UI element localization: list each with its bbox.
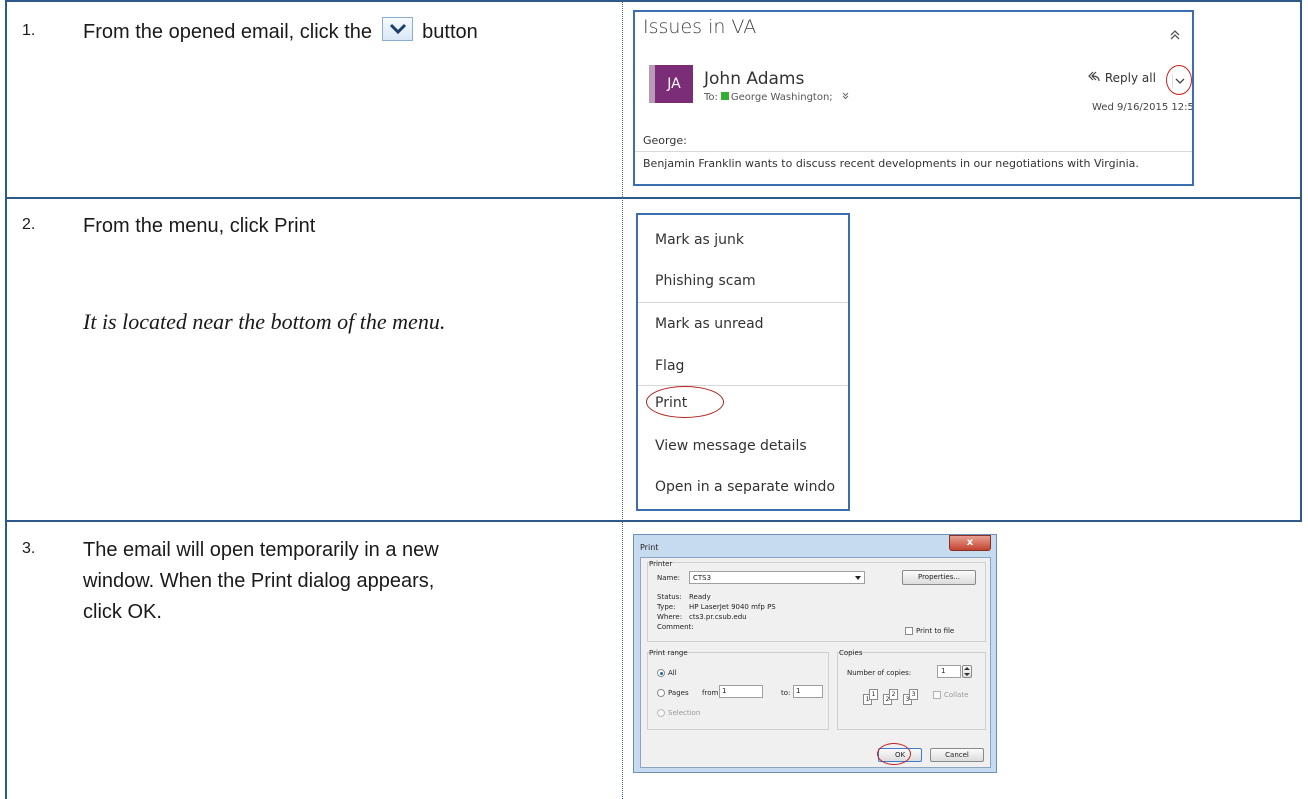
collate-page-icon: 2 — [889, 689, 898, 700]
presence-icon — [720, 92, 729, 100]
close-icon[interactable]: x — [949, 535, 991, 551]
collate-page-icon: 1 — [869, 689, 878, 700]
divider — [635, 151, 1192, 152]
step-number: 2. — [22, 216, 36, 233]
menu-item-open-in-separate-window[interactable]: Open in a separate windo — [655, 479, 835, 495]
row-divider-2 — [5, 520, 1302, 522]
copies-group-label: Copies — [839, 649, 863, 657]
dialog-body: Printer Name: CTS3 Properties... Status:… — [640, 557, 991, 768]
menu-separator — [638, 302, 848, 303]
where-label: Where: — [657, 613, 683, 621]
step-text: The email will open temporarily in a new… — [83, 535, 439, 628]
reply-all-icon — [1087, 71, 1105, 85]
pages-radio[interactable] — [657, 689, 665, 697]
pages-label: Pages — [668, 689, 689, 697]
type-value: HP LaserJet 9040 mfp PS — [689, 603, 776, 611]
from-label: from: — [702, 689, 721, 697]
print-range-label: Print range — [649, 649, 688, 657]
print-to-file-checkbox[interactable] — [905, 627, 913, 635]
table-border-right — [1300, 0, 1302, 521]
step-text-line: window. When the Print dialog appears, — [83, 570, 435, 592]
step-text: From the opened email, click the button — [83, 17, 478, 48]
all-label: All — [668, 669, 677, 677]
to-label: to: — [781, 689, 791, 697]
step-text: From the menu, click Print — [83, 215, 316, 237]
sender-name: John Adams — [704, 69, 805, 89]
type-label: Type: — [657, 603, 676, 611]
print-to-file-label: Print to file — [916, 627, 955, 635]
copies-stepper[interactable] — [962, 665, 972, 678]
actions-menu-screenshot: Mark as junk Phishing scam Mark as unrea… — [636, 213, 850, 511]
comment-label: Comment: — [657, 623, 694, 631]
copies-label: Number of copies: — [847, 669, 912, 677]
menu-separator — [638, 385, 848, 386]
collapse-icon[interactable] — [1170, 26, 1180, 45]
from-input[interactable]: 1 — [719, 685, 763, 698]
collate-checkbox — [933, 691, 941, 699]
avatar: JA — [655, 65, 693, 103]
copies-input[interactable]: 1 — [937, 665, 961, 678]
highlight-circle — [877, 743, 911, 765]
email-screenshot: Issues in VA JA John Adams To: George Was… — [633, 10, 1194, 186]
step-text-after: button — [422, 21, 478, 43]
name-label: Name: — [657, 574, 681, 582]
row-divider-1 — [5, 197, 1302, 199]
table-border-top — [5, 0, 1302, 2]
email-date: Wed 9/16/2015 12:59 PM — [1092, 102, 1194, 113]
menu-item-mark-as-junk[interactable]: Mark as junk — [655, 232, 744, 248]
step-number: 3. — [22, 540, 36, 557]
printer-group-label: Printer — [649, 560, 673, 568]
step-text-line: The email will open temporarily in a new — [83, 539, 439, 561]
step-text-line: click OK. — [83, 601, 162, 623]
highlight-circle — [1166, 65, 1192, 95]
status-label: Status: — [657, 593, 682, 601]
reply-all-label: Reply all — [1104, 71, 1156, 85]
menu-item-mark-as-unread[interactable]: Mark as unread — [655, 316, 764, 332]
expand-recipients-icon[interactable] — [842, 92, 849, 103]
where-value: cts3.pr.csub.edu — [689, 613, 747, 621]
menu-item-view-message-details[interactable]: View message details — [655, 438, 807, 454]
menu-item-flag[interactable]: Flag — [655, 358, 684, 374]
to-input[interactable]: 1 — [793, 685, 823, 698]
printer-select[interactable]: CTS3 — [689, 571, 865, 584]
print-dialog-screenshot: Print x Printer Name: CTS3 Properties...… — [633, 534, 997, 773]
column-divider — [622, 0, 623, 799]
recipient-name: George Washington; — [730, 92, 833, 103]
highlight-circle — [646, 386, 724, 418]
collate-label: Collate — [944, 691, 969, 699]
chevron-down-icon — [855, 575, 861, 583]
email-greeting: George: — [643, 134, 687, 147]
step-note: It is located near the bottom of the men… — [83, 309, 446, 334]
email-subject: Issues in VA — [643, 16, 757, 38]
step-text-before: From the opened email, click the — [83, 21, 373, 43]
all-radio[interactable] — [657, 669, 665, 677]
menu-item-phishing-scam[interactable]: Phishing scam — [655, 273, 756, 289]
email-body: Benjamin Franklin wants to discuss recen… — [643, 157, 1139, 170]
printer-name: CTS3 — [693, 574, 712, 582]
reply-all-button[interactable]: Reply all — [1087, 71, 1156, 85]
recipient-line: To: George Washington; — [704, 92, 849, 103]
table-border-left — [5, 0, 7, 799]
properties-button[interactable]: Properties... — [902, 570, 976, 585]
status-value: Ready — [689, 593, 711, 601]
selection-radio — [657, 709, 665, 717]
dialog-title: Print — [640, 543, 659, 552]
step-number: 1. — [22, 22, 36, 39]
to-label: To: — [704, 92, 718, 103]
more-actions-icon — [381, 17, 413, 41]
cancel-button[interactable]: Cancel — [930, 748, 984, 762]
selection-label: Selection — [668, 709, 701, 717]
collate-page-icon: 3 — [909, 689, 918, 700]
